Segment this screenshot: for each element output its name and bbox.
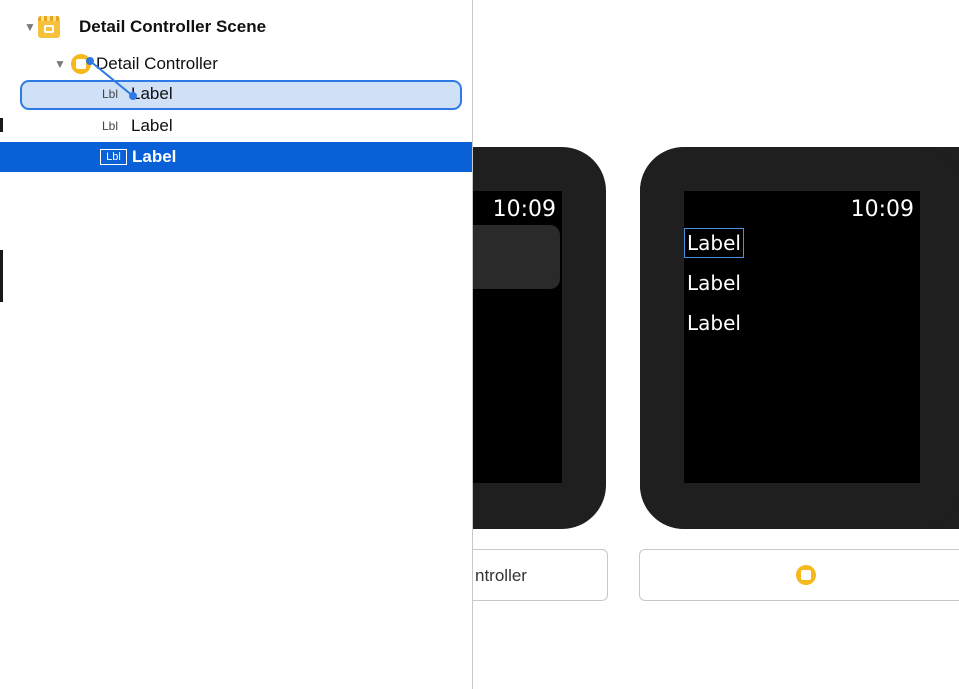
watch-frame-right[interactable]: 10:09 Label Label Label	[640, 147, 959, 529]
controller-title: Detail Controller	[96, 54, 218, 73]
outline-item-label-3: Label	[132, 147, 177, 166]
watch-screen-right[interactable]: 10:09 Label Label Label	[684, 191, 920, 483]
disclosure-triangle-icon[interactable]: ▼	[24, 20, 36, 34]
watch-label-1[interactable]: Label	[684, 228, 744, 258]
outline-item-label-1: Label	[131, 84, 173, 103]
scene-title: Detail Controller Scene	[79, 17, 267, 36]
outline-row-scene[interactable]: ▼ Detail Controller Scene	[0, 12, 472, 42]
outline-row-label-3-selected[interactable]: Lbl Label	[0, 142, 472, 172]
watch-time-left: 10:09	[492, 197, 556, 222]
disclosure-triangle-icon[interactable]: ▼	[54, 57, 66, 71]
edge-tick-bottom	[0, 250, 3, 302]
document-outline[interactable]: ▼ Detail Controller Scene ▼ Detail Contr…	[0, 0, 473, 689]
scene-dock-right[interactable]	[639, 549, 959, 601]
watch-label-3[interactable]: Label	[687, 311, 741, 335]
label-badge-icon: Lbl	[102, 87, 119, 101]
outline-row-controller[interactable]: ▼ Detail Controller	[0, 49, 472, 79]
interface-controller-icon	[71, 54, 91, 74]
outline-row-label-1[interactable]: Lbl Label	[0, 79, 472, 109]
label-badge-icon: Lbl	[100, 149, 127, 165]
scene-icon	[38, 16, 60, 38]
outline-item-label-2: Label	[131, 116, 173, 135]
watch-time-right: 10:09	[850, 197, 914, 222]
label-badge-icon: Lbl	[102, 119, 119, 133]
outline-row-label-2[interactable]: Lbl Label	[0, 111, 472, 141]
watch-label-2[interactable]: Label	[687, 271, 741, 295]
scene-dock-left-label: ntroller	[475, 566, 527, 585]
controller-icon[interactable]	[796, 565, 816, 585]
